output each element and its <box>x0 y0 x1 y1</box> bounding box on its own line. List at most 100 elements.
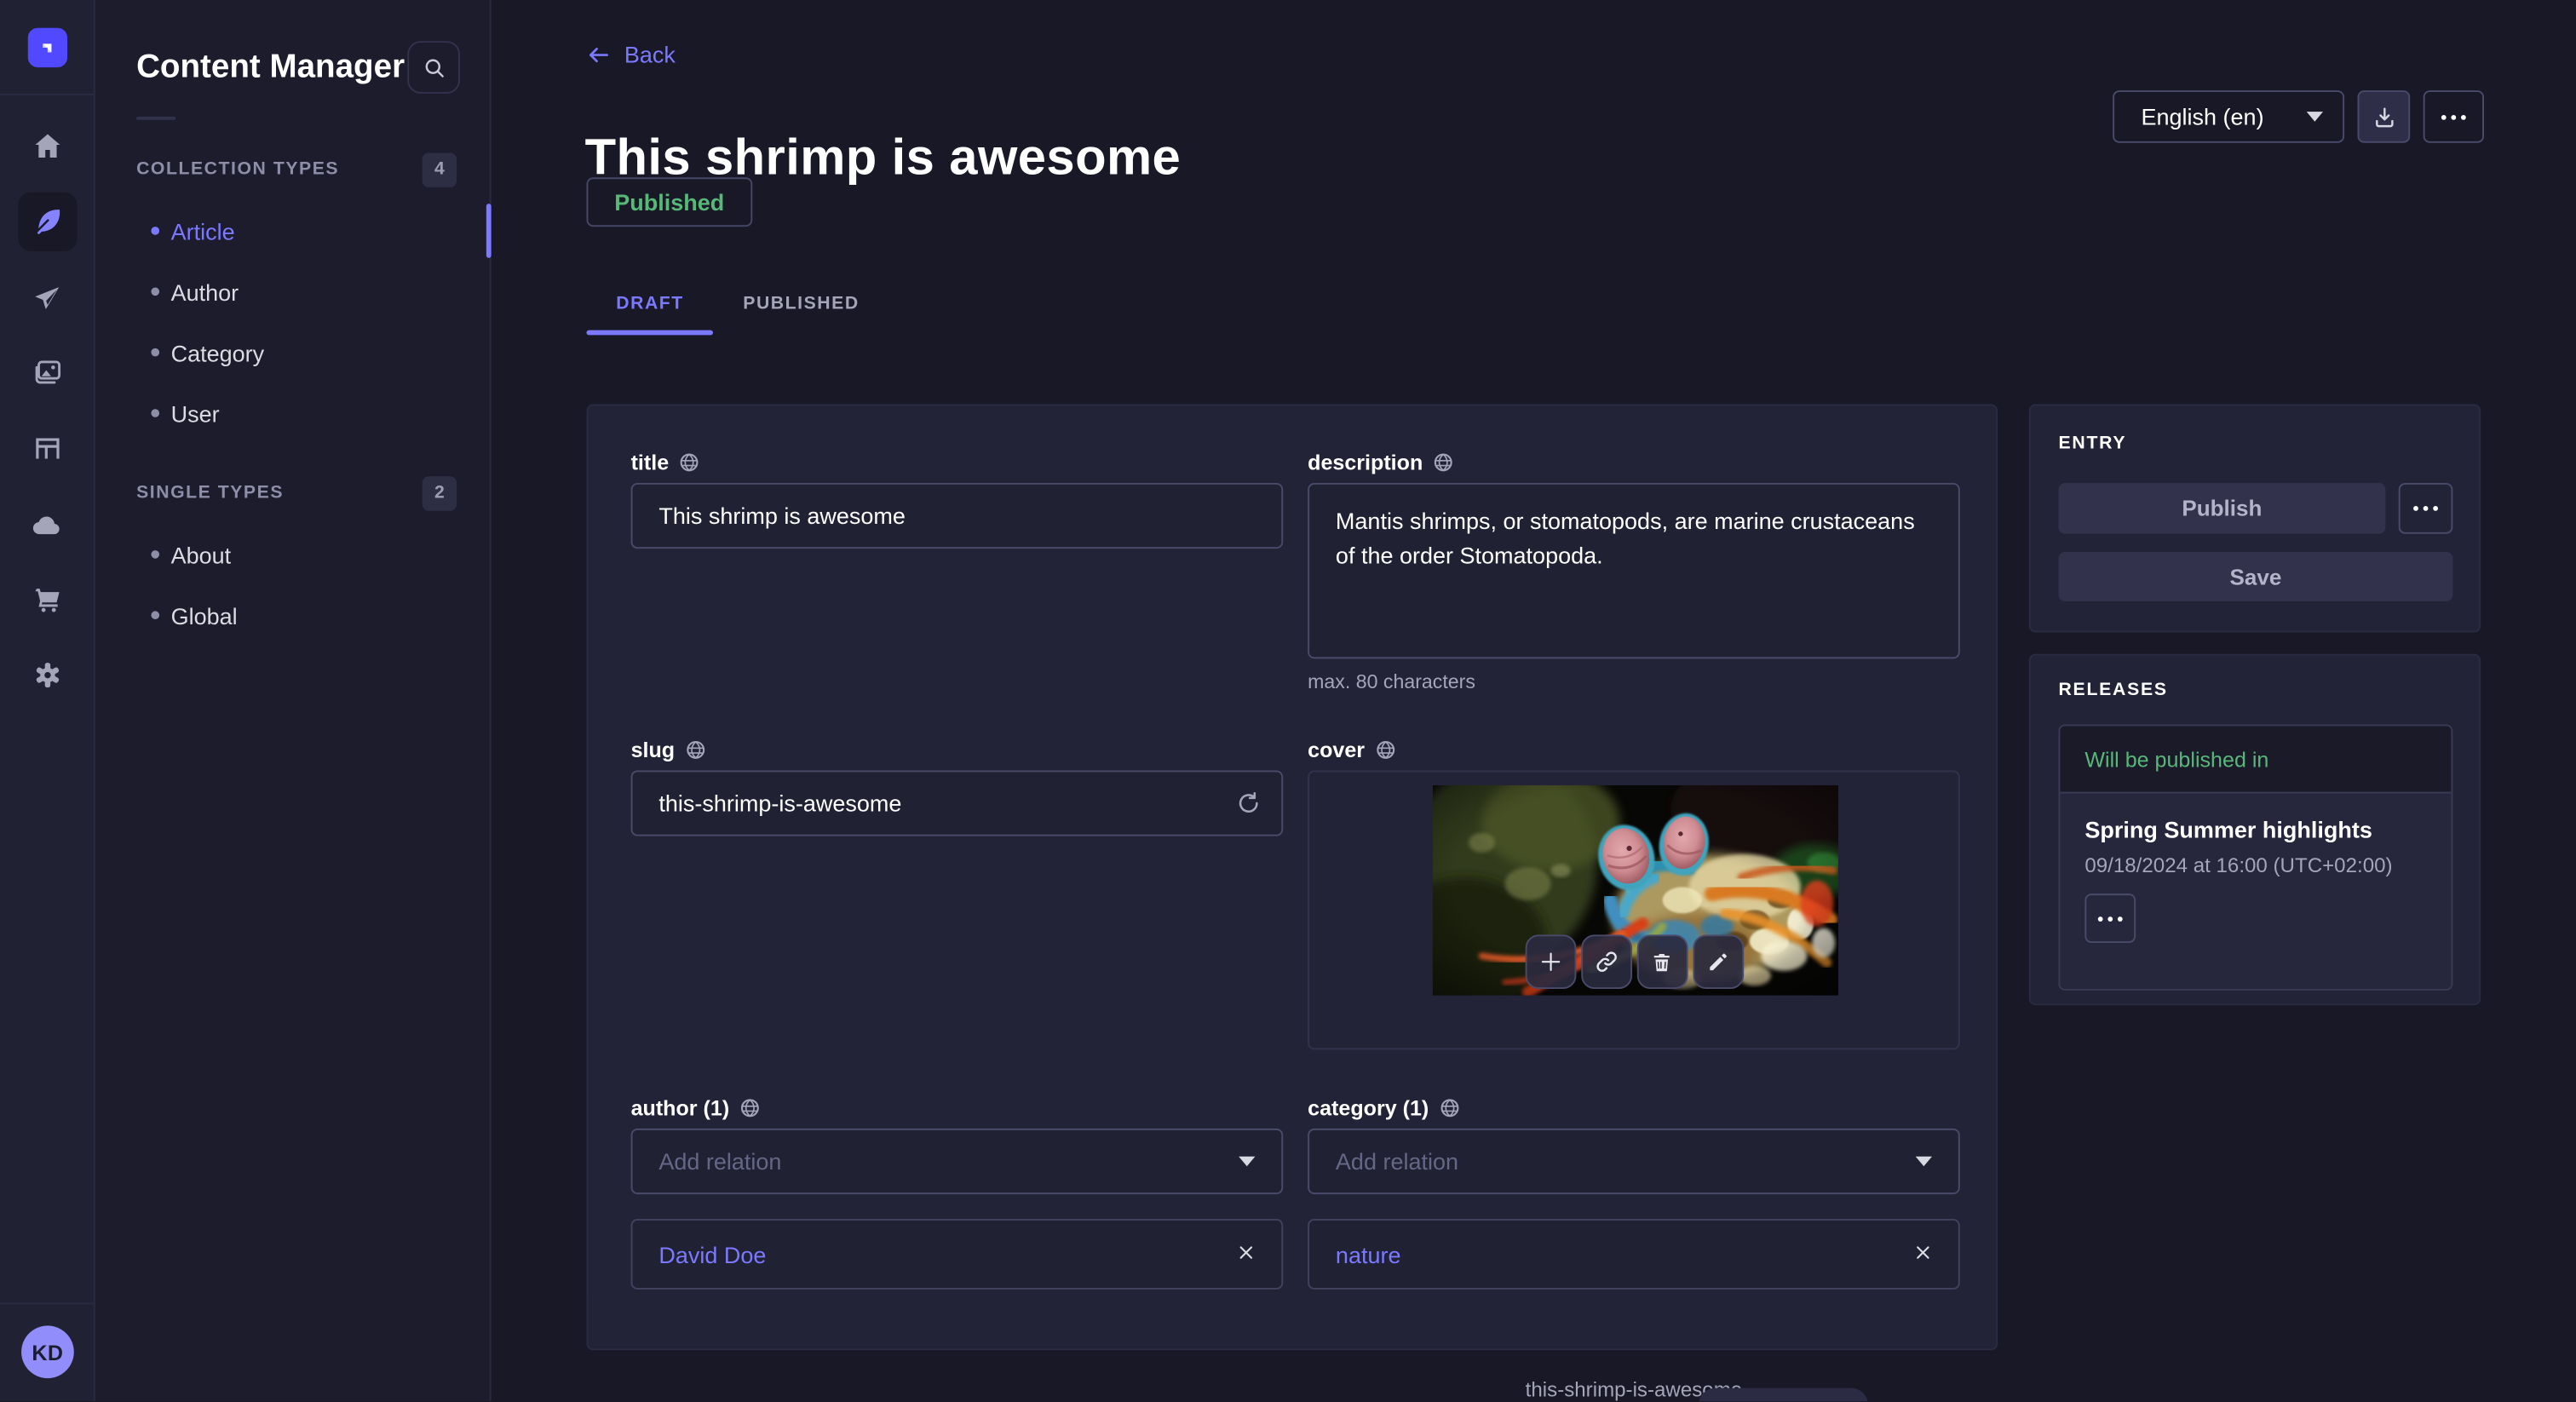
sidebar-item-article[interactable]: Article <box>95 200 490 261</box>
link-icon <box>1594 950 1619 974</box>
pencil-icon <box>1706 951 1729 974</box>
entry-more-button[interactable] <box>2399 483 2453 534</box>
home-icon <box>31 129 64 163</box>
nav-item-settings[interactable] <box>17 646 76 704</box>
bullet-icon <box>151 611 159 619</box>
search-button[interactable] <box>407 41 460 94</box>
title-input[interactable]: This shrimp is awesome <box>631 483 1284 549</box>
slug-label-text: slug <box>631 737 676 761</box>
more-icon <box>2413 506 2438 511</box>
gear-icon <box>31 658 64 692</box>
draft-published-tabs: DRAFT PUBLISHED <box>586 276 888 332</box>
feather-icon <box>31 205 64 238</box>
strapi-logo[interactable] <box>27 28 66 67</box>
release-more-button[interactable] <box>2084 893 2136 943</box>
author-remove-button[interactable] <box>1237 1244 1255 1265</box>
description-label-text: description <box>1308 449 1423 474</box>
category-remove-button[interactable] <box>1914 1244 1932 1265</box>
collection-types-count: 4 <box>423 152 457 186</box>
author-relation-dropdown[interactable]: Add relation <box>631 1129 1284 1194</box>
sidebar-item-label: Global <box>171 602 238 629</box>
tab-draft[interactable]: DRAFT <box>586 276 713 332</box>
nav-item-home[interactable] <box>17 117 76 175</box>
content-manager-sidebar: Content Manager COLLECTION TYPES 4 Artic… <box>95 0 492 1401</box>
entry-panel-title: ENTRY <box>2058 434 2126 453</box>
single-types-count: 2 <box>423 475 457 509</box>
back-label: Back <box>624 41 676 67</box>
description-textarea[interactable]: Mantis shrimps, or stomatopods, are mari… <box>1308 483 1960 658</box>
back-link[interactable]: Back <box>586 41 675 67</box>
sidebar-item-user[interactable]: User <box>95 382 490 443</box>
cover-delete-button[interactable] <box>1636 934 1688 989</box>
category-dropdown-placeholder: Add relation <box>1336 1148 1458 1175</box>
title-field-label: title <box>631 448 700 474</box>
release-item[interactable]: Will be published in Spring Summer highl… <box>2058 724 2452 990</box>
tab-published[interactable]: PUBLISHED <box>714 276 889 332</box>
status-badge: Published <box>586 177 752 227</box>
tab-draft-label: DRAFT <box>616 294 684 313</box>
slug-input[interactable]: this-shrimp-is-awesome <box>631 770 1284 836</box>
globe-icon <box>679 451 700 472</box>
sidebar-divider <box>136 117 175 120</box>
sidebar-item-about[interactable]: About <box>95 524 490 584</box>
back-arrow-icon <box>586 42 611 66</box>
close-icon <box>1237 1244 1255 1261</box>
nav-item-marketplace[interactable] <box>17 570 76 629</box>
cover-actions-toolbar <box>1525 934 1743 989</box>
cart-icon <box>31 583 64 617</box>
sidebar-item-author[interactable]: Author <box>95 261 490 322</box>
title-label-text: title <box>631 449 670 474</box>
header-more-button[interactable] <box>2424 90 2484 143</box>
regenerate-slug-button[interactable] <box>1235 790 1262 822</box>
entry-form-card: title This shrimp is awesome description… <box>586 404 1998 1350</box>
cover-copy-link-button[interactable] <box>1580 934 1631 989</box>
section-label-single-types: SINGLE TYPES <box>136 483 284 503</box>
release-details: Spring Summer highlights 09/18/2024 at 1… <box>2060 793 2451 990</box>
cover-edit-button[interactable] <box>1692 934 1743 989</box>
main-content: Back This shrimp is awesome Published En… <box>492 0 2576 1401</box>
trash-icon <box>1650 951 1673 974</box>
category-relation-link[interactable]: nature <box>1336 1241 1401 1267</box>
sidebar-item-label: Author <box>171 279 239 305</box>
cover-add-button[interactable] <box>1525 934 1576 989</box>
plus-icon <box>1538 950 1562 974</box>
strapi-logo-glyph <box>35 36 58 59</box>
section-label-collection-types: COLLECTION TYPES <box>136 159 339 179</box>
release-status: Will be published in <box>2060 726 2451 793</box>
locale-selector[interactable]: English (en) <box>2113 90 2344 143</box>
category-relation-dropdown[interactable]: Add relation <box>1308 1129 1960 1194</box>
paper-plane-icon <box>32 282 63 313</box>
title-input-value: This shrimp is awesome <box>658 503 906 529</box>
description-hint: max. 80 characters <box>1308 670 1475 693</box>
nav-item-send[interactable] <box>17 267 76 326</box>
sidebar-item-global[interactable]: Global <box>95 585 490 646</box>
nav-item-content-type-builder[interactable] <box>17 419 76 478</box>
globe-icon <box>685 738 706 760</box>
active-tab-underline <box>586 330 713 336</box>
description-field-label: description <box>1308 448 1454 474</box>
bullet-icon <box>151 287 159 296</box>
locale-selected-value: English (en) <box>2141 103 2263 129</box>
save-button[interactable]: Save <box>2058 552 2452 601</box>
author-relation-link[interactable]: David Doe <box>658 1241 766 1267</box>
cover-field-label: cover <box>1308 736 1396 762</box>
description-value: Mantis shrimps, or stomatopods, are mari… <box>1336 504 1932 573</box>
sidebar-item-label: Category <box>171 339 265 365</box>
cloud-icon <box>30 507 64 541</box>
bullet-icon <box>151 348 159 357</box>
chevron-down-icon <box>1239 1157 1255 1167</box>
user-avatar[interactable]: KD <box>21 1325 74 1378</box>
download-button[interactable] <box>2357 90 2410 143</box>
nav-item-deploy[interactable] <box>17 494 76 553</box>
cover-label-text: cover <box>1308 737 1365 761</box>
sidebar-item-category[interactable]: Category <box>95 322 490 382</box>
sidebar-item-label: User <box>171 400 220 427</box>
cover-field: this-shrimp-is-awesome <box>1308 770 1960 1049</box>
chevron-down-icon <box>2307 112 2323 122</box>
nav-item-content-manager[interactable] <box>17 192 76 251</box>
sidebar-item-label: Article <box>171 218 235 244</box>
publish-button[interactable]: Publish <box>2058 483 2385 534</box>
slug-field-label: slug <box>631 736 706 762</box>
slug-input-value: this-shrimp-is-awesome <box>658 790 901 817</box>
nav-item-media-library[interactable] <box>17 343 76 402</box>
